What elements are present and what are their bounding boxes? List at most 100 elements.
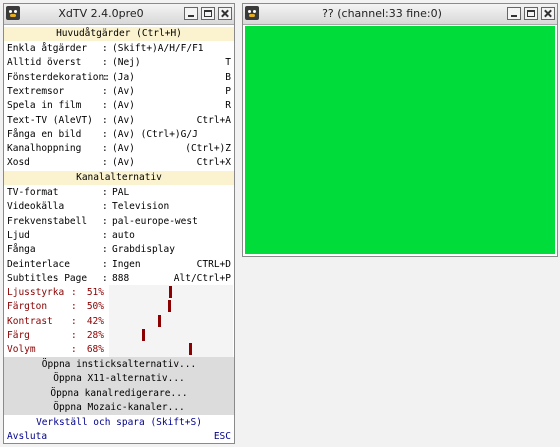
level-marker[interactable] — [142, 329, 145, 341]
main-action-row[interactable]: Fånga en bild: (Av) (Ctrl+)G/J — [4, 128, 234, 142]
close-button[interactable] — [218, 7, 232, 20]
channel-option-row[interactable]: Fånga: Grabdisplay — [4, 243, 234, 257]
option-value: pal-europe-west — [112, 215, 198, 227]
option-label[interactable]: Fånga — [7, 243, 36, 257]
open-plugin-options-button[interactable]: Öppna insticksalternativ... — [4, 358, 234, 372]
option-label[interactable]: Subtitles Page — [7, 272, 87, 286]
apply-save-button[interactable]: Verkställ och spara (Skift+S) — [4, 416, 234, 430]
channel-option-row[interactable]: Videokälla: Television — [4, 200, 234, 214]
main-action-row[interactable]: Xosd: (Av) Ctrl+X — [4, 156, 234, 170]
option-label[interactable]: Frekvenstabell — [7, 215, 87, 229]
video-setting-row[interactable]: Ljusstyrka:51% — [4, 286, 106, 300]
main-action-row[interactable]: Spela in film: (Av) R — [4, 99, 234, 113]
video-setting-value: 28% — [86, 329, 104, 341]
action-shortcut: P — [225, 85, 231, 97]
video-setting-label[interactable]: Ljusstyrka — [7, 286, 64, 300]
action-state: (Av) — [112, 100, 135, 112]
separator-colon: : — [102, 215, 108, 227]
main-action-row[interactable]: Text-TV (AleVT): (Av) Ctrl+A — [4, 114, 234, 128]
xdtv-menu-window: XdTV 2.4.0pre0 Huvudåtgärder (Ctrl+H) En… — [3, 3, 235, 444]
video-setting-label[interactable]: Kontrast — [7, 315, 53, 329]
main-action-row[interactable]: Kanalhoppning: (Av) (Ctrl+)Z — [4, 142, 234, 156]
option-shortcut: Alt/Ctrl+P — [173, 272, 231, 284]
video-setting-value: 51% — [86, 287, 104, 298]
separator-colon: : — [102, 114, 108, 126]
minimize-button[interactable] — [184, 7, 198, 20]
tv-minimize-button[interactable] — [507, 7, 521, 20]
option-value: auto — [112, 229, 135, 241]
separator-colon: : — [102, 128, 108, 140]
tv-titlebar[interactable]: ?? (channel:33 fine:0) — [243, 4, 557, 25]
option-label[interactable]: TV-format — [7, 186, 58, 200]
separator-colon: : — [102, 85, 108, 97]
level-marker[interactable] — [169, 286, 172, 298]
tv-penguin-icon[interactable] — [245, 6, 259, 20]
action-label[interactable]: Fönsterdekoration: — [7, 71, 110, 85]
quit-label[interactable]: Avsluta — [7, 430, 47, 444]
video-setting-label[interactable]: Färgton — [7, 300, 47, 314]
video-setting-row[interactable]: Kontrast:42% — [4, 315, 106, 329]
separator-colon: : — [102, 187, 108, 198]
separator-colon: : — [102, 100, 108, 112]
tv-video-display[interactable] — [245, 26, 555, 254]
open-channel-editor-button[interactable]: Öppna kanalredigerare... — [4, 387, 234, 401]
option-value: Ingen — [112, 258, 141, 270]
main-action-row[interactable]: Alltid överst: (Nej) T — [4, 56, 234, 70]
channel-option-row[interactable]: Deinterlace: Ingen CTRL+D — [4, 258, 234, 272]
option-label[interactable]: Ljud — [7, 229, 30, 243]
action-label[interactable]: Text-TV (AleVT) — [7, 114, 93, 128]
action-shortcut: Ctrl+A — [196, 114, 231, 126]
level-marker[interactable] — [168, 300, 171, 312]
action-state: (Av) — [112, 85, 135, 97]
separator-colon: : — [102, 71, 108, 83]
main-action-row[interactable]: Textremsor: (Av) P — [4, 85, 234, 99]
separator-colon: : — [102, 57, 108, 69]
action-label[interactable]: Spela in film — [7, 99, 81, 113]
video-levels-panel[interactable] — [109, 285, 233, 357]
maximize-button[interactable] — [201, 7, 215, 20]
separator-colon: : — [102, 43, 108, 54]
tv-close-button[interactable] — [541, 7, 555, 20]
video-setting-label[interactable]: Färg — [7, 329, 30, 343]
level-marker[interactable] — [189, 343, 192, 355]
action-label[interactable]: Kanalhoppning — [7, 142, 81, 156]
quit-row[interactable]: Avsluta ESC — [4, 430, 234, 446]
menu-content: Huvudåtgärder (Ctrl+H) Enkla åtgärder: (S… — [4, 25, 234, 443]
action-state: (Av) — [112, 114, 135, 126]
video-setting-row[interactable]: Färg:28% — [4, 329, 106, 343]
action-label[interactable]: Enkla åtgärder — [7, 42, 87, 56]
separator-colon: : — [102, 229, 108, 241]
open-mozaic-channels-button[interactable]: Öppna Mozaic-kanaler... — [4, 401, 234, 415]
tv-maximize-button[interactable] — [524, 7, 538, 20]
separator-colon: : — [102, 258, 108, 270]
menu-titlebar[interactable]: XdTV 2.4.0pre0 — [4, 4, 234, 25]
option-value: PAL — [112, 187, 130, 198]
action-label[interactable]: Textremsor — [7, 85, 64, 99]
video-setting-row[interactable]: Volym:68% — [4, 343, 106, 357]
channel-option-row[interactable]: Frekvenstabell: pal-europe-west — [4, 215, 234, 229]
action-label[interactable]: Fånga en bild — [7, 128, 81, 142]
channel-option-row[interactable]: TV-format: PAL — [4, 186, 234, 200]
channel-option-row[interactable]: Subtitles Page:888 Alt/Ctrl+P — [4, 272, 234, 286]
video-setting-label[interactable]: Volym — [7, 343, 36, 357]
tv-window-title: ?? (channel:33 fine:0) — [322, 7, 442, 20]
main-actions-header: Huvudåtgärder (Ctrl+H) — [4, 27, 234, 41]
quit-key: ESC — [213, 431, 231, 442]
main-action-row[interactable]: Enkla åtgärder: (Skift+)A/H/F/F1 — [4, 42, 234, 56]
channel-options-header: Kanalalternativ — [4, 171, 234, 185]
action-shortcut: Ctrl+X — [196, 157, 231, 169]
main-action-row[interactable]: Fönsterdekoration:: (Ja) B — [4, 71, 234, 85]
action-label[interactable]: Alltid överst — [7, 56, 81, 70]
option-label[interactable]: Deinterlace — [7, 258, 70, 272]
open-x11-options-button[interactable]: Öppna X11-alternativ... — [4, 372, 234, 386]
action-label[interactable]: Xosd — [7, 156, 30, 170]
action-state: (Nej) — [112, 57, 141, 69]
video-setting-value: 50% — [86, 301, 104, 313]
separator-colon: : — [102, 272, 108, 284]
option-shortcut: CTRL+D — [196, 258, 231, 270]
app-penguin-icon[interactable] — [6, 6, 20, 20]
channel-option-row[interactable]: Ljud: auto — [4, 229, 234, 243]
video-setting-row[interactable]: Färgton:50% — [4, 300, 106, 314]
option-label[interactable]: Videokälla — [7, 200, 64, 214]
level-marker[interactable] — [158, 315, 161, 327]
